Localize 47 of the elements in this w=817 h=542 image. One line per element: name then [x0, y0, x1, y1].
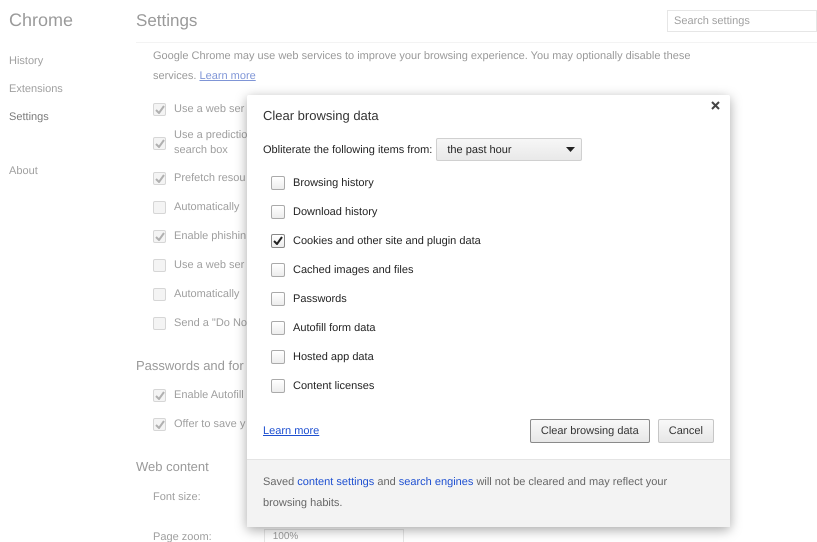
learn-more-link[interactable]: Learn more [263, 425, 320, 437]
checkbox[interactable] [271, 262, 285, 276]
dialog-title: Clear browsing data [263, 108, 379, 123]
page-title: Settings [136, 11, 198, 31]
setting-label: Prefetch resou [174, 171, 246, 186]
search-field[interactable]: Search settings [667, 10, 817, 32]
checkbox-label: Browsing history [293, 176, 374, 188]
section-heading: Web content [136, 459, 209, 474]
checkbox-label: Autofill form data [293, 322, 376, 334]
checkbox[interactable] [271, 292, 285, 306]
cancel-button[interactable]: Cancel [658, 419, 714, 443]
range-label: Obliterate the following items from: [263, 144, 432, 156]
setting-label: Use a predictio search box [174, 128, 248, 158]
setting-label: Enable phishin [174, 229, 246, 244]
checkbox[interactable] [271, 204, 285, 218]
field-label: Page zoom: [153, 530, 212, 542]
section-heading: Passwords and for [136, 358, 244, 373]
caret-icon [566, 147, 576, 152]
checkbox[interactable] [271, 320, 285, 334]
checkbox[interactable] [271, 234, 285, 248]
setting-label: Use a web ser [174, 102, 244, 117]
search-engines-link[interactable]: search engines [398, 476, 474, 488]
setting-label: Enable Autofill [174, 388, 244, 403]
setting-label: Offer to save y [174, 417, 246, 432]
sidebar-item[interactable]: Settings [9, 111, 49, 139]
checkbox-label: Download history [293, 206, 378, 218]
clear-data-button[interactable]: Clear browsing data [530, 419, 650, 443]
setting-label: Send a "Do No [174, 316, 248, 331]
checkbox-label: Cached images and files [293, 264, 414, 276]
checkbox-label: Content licenses [293, 380, 374, 392]
setting-label: Automatically [174, 200, 240, 215]
dialog-footer-note: Saved content settings and search engines will not be cleared and may reflect your browsing habits. [247, 459, 730, 527]
app-title: Chrome [9, 10, 74, 31]
close-button[interactable] [709, 99, 722, 112]
close-icon [711, 101, 720, 110]
checkbox[interactable] [271, 350, 285, 364]
setting-label: Use a web ser [174, 258, 244, 273]
checkbox[interactable] [271, 176, 285, 190]
range-dropdown[interactable]: the past hour [436, 138, 582, 161]
content-settings-link[interactable]: content settings [297, 476, 374, 488]
checkbox-label: Cookies and other site and plugin data [293, 234, 481, 246]
intro-text: Google Chrome may use web services to improve your browsing experience. You may optionally disable these services. Learn more [153, 49, 692, 84]
setting-label: Automatically [174, 287, 240, 302]
checkbox-label: Passwords [293, 292, 347, 304]
field-label: Font size: [153, 490, 201, 504]
checkbox[interactable] [271, 378, 285, 392]
checkbox-label: Hosted app data [293, 350, 374, 362]
